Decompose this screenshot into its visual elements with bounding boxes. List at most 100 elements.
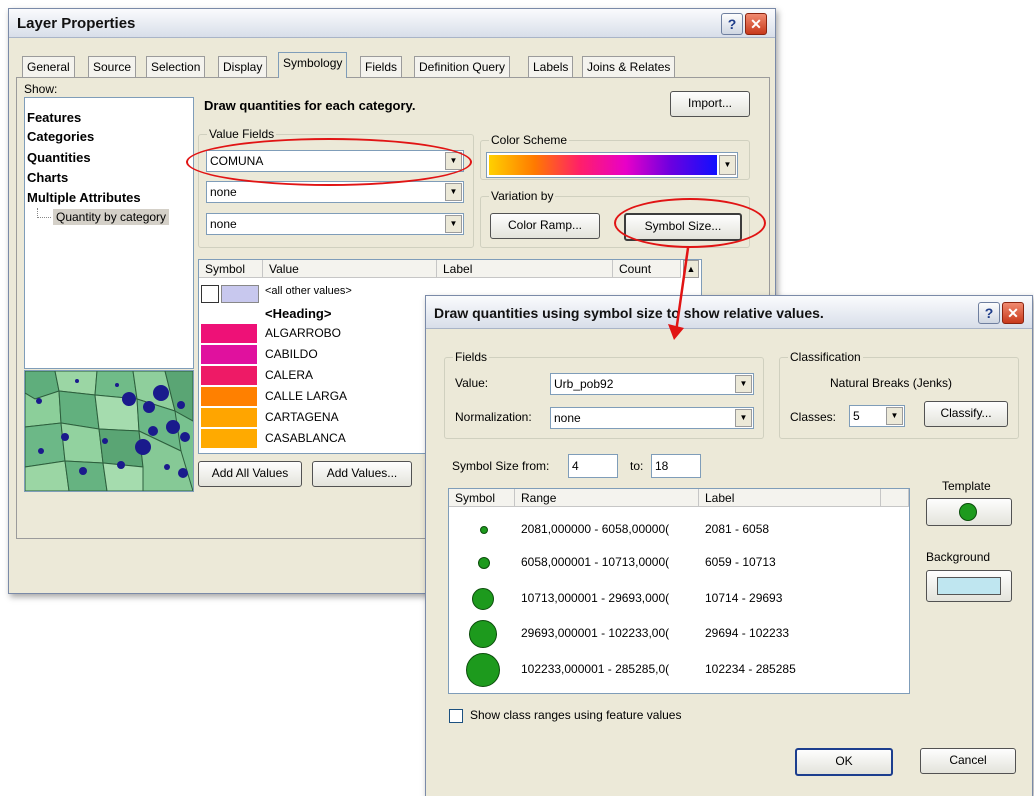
- class-symbol: [478, 557, 490, 569]
- show-item-quantity-by-category[interactable]: Quantity by category: [53, 209, 170, 225]
- row-value: <all other values>: [265, 285, 352, 297]
- fields-label: Fields: [453, 350, 490, 364]
- class-range: 10713,000001 - 29693,000(: [521, 591, 670, 605]
- value-field-value: Urb_pob92: [554, 377, 614, 391]
- symbol-swatch: [201, 387, 257, 406]
- show-class-ranges-checkbox[interactable]: [449, 709, 463, 723]
- size-to-label: to:: [630, 459, 644, 473]
- classification-label: Classification: [788, 350, 863, 364]
- tab-source[interactable]: Source: [88, 56, 137, 77]
- show-item-features[interactable]: Features: [27, 110, 81, 125]
- import-button[interactable]: Import...: [670, 91, 750, 117]
- window-title: Layer Properties: [17, 15, 136, 32]
- dialog-close-button[interactable]: ✕: [1002, 302, 1024, 324]
- column-header-range[interactable]: Range: [515, 489, 699, 507]
- chevron-down-icon[interactable]: ▼: [445, 215, 462, 233]
- row-value: <Heading>: [265, 306, 332, 321]
- background-button[interactable]: [926, 570, 1012, 602]
- tab-selection[interactable]: Selection: [146, 56, 206, 77]
- chevron-down-icon[interactable]: ▼: [735, 375, 752, 393]
- symbol-swatch: [201, 429, 257, 448]
- column-header-symbol[interactable]: Symbol: [199, 260, 263, 278]
- symbol-swatch-empty: [201, 285, 219, 303]
- show-list: Features Categories Quantities Charts Mu…: [24, 97, 194, 369]
- table-row[interactable]: 29693,000001 - 102233,00( 29694 - 102233: [449, 620, 909, 650]
- tab-labels[interactable]: Labels: [528, 56, 574, 77]
- size-to-input[interactable]: 18: [651, 454, 701, 478]
- class-label: 6059 - 10713: [705, 555, 776, 569]
- close-button[interactable]: ✕: [745, 13, 767, 35]
- tree-line: [37, 217, 51, 219]
- column-header-label[interactable]: Label: [699, 489, 881, 507]
- table-row[interactable]: 10713,000001 - 29693,000( 10714 - 29693: [449, 586, 909, 612]
- size-from-input[interactable]: 4: [568, 454, 618, 478]
- chevron-down-icon[interactable]: ▼: [886, 407, 903, 425]
- row-value: CASABLANCA: [265, 431, 346, 445]
- table-row[interactable]: 102233,000001 - 285285,0( 102234 - 28528…: [449, 652, 909, 688]
- column-header-value[interactable]: Value: [263, 260, 437, 278]
- background-swatch: [937, 577, 1001, 595]
- classes-label: Classes:: [790, 410, 837, 424]
- tab-general[interactable]: General: [22, 56, 75, 77]
- show-item-quantities[interactable]: Quantities: [27, 150, 91, 165]
- class-symbol: [469, 620, 497, 648]
- column-header-symbol[interactable]: Symbol: [449, 489, 515, 507]
- row-value: ALGARROBO: [265, 326, 342, 340]
- ok-button[interactable]: OK: [795, 748, 893, 776]
- color-ramp-button[interactable]: Color Ramp...: [490, 213, 600, 239]
- show-item-charts[interactable]: Charts: [27, 170, 68, 185]
- show-item-categories[interactable]: Categories: [27, 129, 94, 144]
- size-from-label: Symbol Size from:: [452, 459, 550, 473]
- class-label: 29694 - 102233: [705, 626, 790, 640]
- background-label: Background: [924, 550, 993, 564]
- chevron-down-icon[interactable]: ▼: [735, 409, 752, 427]
- add-values-button[interactable]: Add Values...: [312, 461, 412, 487]
- classification-method: Natural Breaks (Jenks): [830, 376, 953, 390]
- tab-fields[interactable]: Fields: [360, 56, 403, 77]
- table-row[interactable]: 2081,000000 - 6058,00000( 2081 - 6058: [449, 517, 909, 543]
- value-field-select[interactable]: Urb_pob92 ▼: [550, 373, 754, 395]
- table-row[interactable]: 6058,000001 - 10713,0000( 6059 - 10713: [449, 550, 909, 576]
- value-field-3-select[interactable]: none ▼: [206, 213, 464, 235]
- class-range: 2081,000000 - 6058,00000(: [521, 522, 670, 536]
- highlight-oval-value-field: [186, 138, 472, 186]
- class-symbol: [472, 588, 494, 610]
- template-button[interactable]: [926, 498, 1012, 526]
- column-header-label[interactable]: Label: [437, 260, 613, 278]
- help-button[interactable]: ?: [721, 13, 743, 35]
- row-value: CARTAGENA: [265, 410, 339, 424]
- variation-label: Variation by: [489, 189, 556, 203]
- symbology-description: Draw quantities for each category.: [204, 98, 416, 113]
- map-preview-image: [25, 371, 193, 491]
- class-range: 102233,000001 - 285285,0(: [521, 662, 670, 676]
- color-scheme-select[interactable]: ▼: [486, 152, 738, 178]
- row-value: CABILDO: [265, 347, 318, 361]
- class-range: 29693,000001 - 102233,00(: [521, 626, 670, 640]
- tab-display[interactable]: Display: [218, 56, 268, 77]
- normalization-select[interactable]: none ▼: [550, 407, 754, 429]
- classify-button[interactable]: Classify...: [924, 401, 1008, 427]
- cancel-button[interactable]: Cancel: [920, 748, 1016, 774]
- color-scheme-label: Color Scheme: [489, 133, 570, 147]
- chevron-down-icon[interactable]: ▼: [719, 155, 736, 175]
- class-label: 10714 - 29693: [705, 591, 783, 605]
- value-field-2-value: none: [210, 185, 237, 199]
- row-value: CALERA: [265, 368, 314, 382]
- symbol-swatch: [201, 345, 257, 364]
- tab-definition-query[interactable]: Definition Query: [414, 56, 511, 77]
- tab-symbology[interactable]: Symbology: [278, 52, 348, 78]
- title-bar: Layer Properties ? ✕: [9, 9, 775, 38]
- classes-select[interactable]: 5 ▼: [849, 405, 905, 427]
- normalization-label: Normalization:: [455, 410, 532, 424]
- class-symbol: [480, 526, 488, 534]
- chevron-down-icon[interactable]: ▼: [445, 183, 462, 201]
- map-preview: [24, 370, 194, 492]
- dialog-title: Draw quantities using symbol size to sho…: [434, 305, 824, 321]
- tab-joins-relates[interactable]: Joins & Relates: [582, 56, 676, 77]
- template-label: Template: [940, 479, 993, 493]
- dialog-help-button[interactable]: ?: [978, 302, 1000, 324]
- show-class-ranges-label: Show class ranges using feature values: [470, 708, 682, 722]
- symbol-swatch: [201, 366, 257, 385]
- add-all-values-button[interactable]: Add All Values: [198, 461, 302, 487]
- show-item-multiple-attributes[interactable]: Multiple Attributes: [27, 190, 141, 205]
